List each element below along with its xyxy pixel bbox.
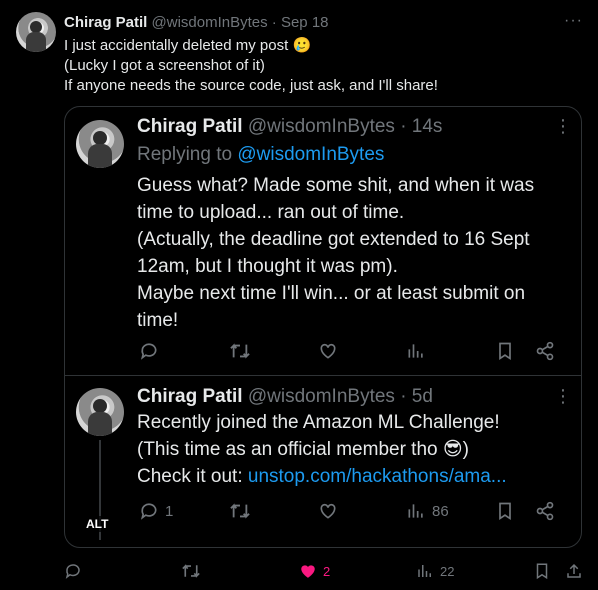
like-icon (320, 343, 336, 359)
reply-action-bookmark (495, 341, 515, 361)
orig-line-1: Recently joined the Amazon ML Challenge! (137, 412, 500, 433)
reply-line-1: Guess what? Made some shit, and when it … (137, 175, 535, 196)
orig-action-retweet (229, 501, 251, 521)
orig-action-reply: 1 (139, 501, 173, 521)
orig-avatar (76, 388, 124, 436)
card-divider (64, 375, 582, 376)
reply-handle-time: @wisdomInBytes · 14s (247, 116, 443, 137)
replying-prefix: Replying to (137, 144, 233, 165)
orig-line-2: (This time as an official member tho 😎) (137, 439, 470, 460)
outer-line-2: (Lucky I got a screenshot of it) (64, 57, 265, 74)
orig-action-bookmark (495, 501, 515, 521)
orig-tweet-text: Recently joined the Amazon ML Challenge!… (137, 409, 567, 490)
orig-header: Chirag Patil @wisdomInBytes · 5d (137, 385, 433, 409)
reply-action-retweet (229, 341, 251, 361)
outer-reply-button[interactable] (64, 562, 82, 580)
reply-icon (65, 564, 80, 579)
orig-action-like (318, 501, 338, 521)
upload-icon (567, 563, 581, 578)
reply-icon (140, 503, 157, 520)
orig-author-name: Chirag Patil (137, 386, 243, 407)
retweet-icon (182, 564, 200, 578)
checkout-prefix: Check it out: (137, 466, 243, 487)
outer-like-count: 2 (323, 563, 331, 579)
retweet-icon (230, 503, 250, 519)
views-icon (408, 344, 423, 358)
outer-views-count: 22 (440, 563, 455, 579)
views-icon (408, 504, 423, 518)
orig-action-share (535, 501, 555, 521)
like-icon (301, 565, 315, 578)
outer-author-name[interactable]: Chirag Patil (64, 14, 147, 31)
outer-more-icon[interactable]: ··· (564, 12, 582, 32)
outer-share-button[interactable] (565, 562, 583, 580)
orig-line-3: Check it out: unstop.com/hackathons/ama.… (137, 463, 567, 490)
reply-line-3: (Actually, the deadline got extended to … (137, 229, 530, 250)
outer-tweet-text: I just accidentally deleted my post 🥲 (L… (64, 36, 584, 96)
outer-like-button[interactable]: 2 (299, 562, 330, 580)
reply-action-views (406, 341, 426, 361)
alt-badge[interactable]: ALT (83, 516, 112, 532)
orig-more-icon: ⋮ (554, 386, 572, 406)
outer-avatar[interactable] (16, 12, 56, 52)
outer-line-1: I just accidentally deleted my post 🥲 (64, 37, 312, 54)
reply-action-like (318, 341, 338, 361)
outer-handle-time[interactable]: @wisdomInBytes · Sep 18 (152, 14, 329, 31)
outer-bookmark-button[interactable] (533, 562, 551, 580)
reply-tweet-text: Guess what? Made some shit, and when it … (137, 172, 567, 334)
reply-icon (140, 343, 157, 360)
reply-action-share (535, 341, 555, 361)
reply-header: Chirag Patil @wisdomInBytes · 14s (137, 115, 442, 139)
reply-line-2: time to upload... ran out of time. (137, 202, 405, 223)
retweet-icon (230, 343, 250, 359)
views-icon (418, 565, 431, 577)
replying-handle: @wisdomInBytes (237, 144, 385, 165)
orig-reply-count: 1 (165, 502, 174, 520)
orig-link: unstop.com/hackathons/ama... (247, 466, 507, 487)
outer-views-button[interactable]: 22 (416, 562, 454, 580)
reply-line-6: time! (137, 310, 179, 331)
bookmark-icon (499, 342, 511, 361)
reply-avatar (76, 120, 124, 168)
outer-header: Chirag Patil @wisdomInBytes · Sep 18 (64, 13, 329, 33)
reply-more-icon: ⋮ (554, 116, 572, 136)
reply-author-name: Chirag Patil (137, 116, 243, 137)
orig-action-views: 86 (406, 501, 449, 521)
share-icon (536, 501, 554, 521)
orig-handle-time: @wisdomInBytes · 5d (247, 386, 433, 407)
orig-views-count: 86 (432, 502, 449, 520)
outer-retweet-button[interactable] (181, 562, 201, 580)
bookmark-icon (499, 502, 511, 521)
reply-line-5: Maybe next time I'll win... or at least … (137, 283, 526, 304)
reply-line-4: 12am, but I thought it was pm). (137, 256, 398, 277)
replying-to: Replying to @wisdomInBytes (137, 143, 384, 167)
share-icon (536, 341, 554, 361)
reply-action-reply (139, 341, 159, 361)
outer-line-3: If anyone needs the source code, just as… (64, 77, 438, 94)
like-icon (320, 503, 336, 519)
bookmark-icon (536, 563, 548, 580)
